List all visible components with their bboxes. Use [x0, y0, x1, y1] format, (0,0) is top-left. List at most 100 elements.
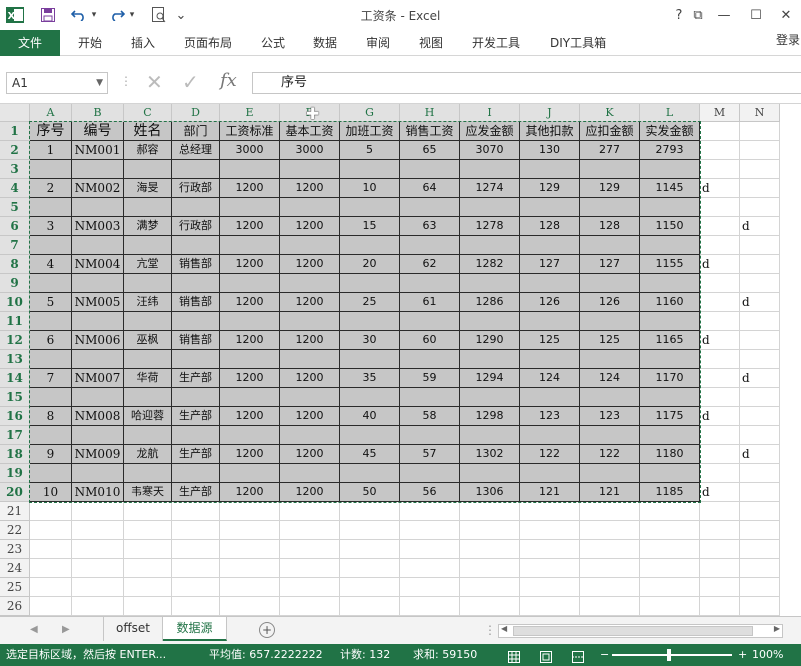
worksheet-grid[interactable]: A B C D E F G H I J K L M N 1 2 3 4 5 6 7 8 9 10 11 12 13 14 15 16 17 1… [0, 104, 801, 616]
data-cell[interactable]: 满梦 [124, 217, 172, 236]
data-cell[interactable]: 127 [580, 255, 640, 274]
blank-cell[interactable] [340, 464, 400, 483]
zoom-level[interactable]: 100% [752, 644, 783, 666]
row-header-20[interactable]: 20 [0, 483, 30, 502]
row-header-14[interactable]: 14 [0, 369, 30, 388]
data-cell[interactable]: 56 [400, 483, 460, 502]
row-header-8[interactable]: 8 [0, 255, 30, 274]
column-header-k[interactable]: K [580, 104, 640, 122]
scrollbar-thumb[interactable] [513, 626, 753, 636]
data-cell[interactable]: 1302 [460, 445, 520, 464]
blank-cell[interactable] [400, 274, 460, 293]
blank-cell[interactable] [400, 198, 460, 217]
blank-cell[interactable] [460, 236, 520, 255]
sheet-next-icon[interactable]: ▶ [62, 624, 70, 635]
data-cell[interactable]: 61 [400, 293, 460, 312]
row-header-1[interactable]: 1 [0, 122, 30, 141]
column-header-n[interactable]: N [740, 104, 780, 122]
blank-cell[interactable] [280, 464, 340, 483]
tab-data[interactable]: 数据 [313, 33, 337, 53]
data-cell[interactable]: 1165 [640, 331, 700, 350]
column-m-mark[interactable]: d [700, 179, 740, 198]
data-cell[interactable]: 销售部 [172, 255, 220, 274]
data-cell[interactable]: 65 [400, 141, 460, 160]
data-cell[interactable]: 1200 [220, 179, 280, 198]
blank-cell[interactable] [172, 160, 220, 179]
column-header-m[interactable]: M [700, 104, 740, 122]
data-cell[interactable]: 1200 [280, 179, 340, 198]
data-cell[interactable]: 50 [340, 483, 400, 502]
data-cell[interactable]: NM006 [72, 331, 124, 350]
ribbon-display-icon[interactable]: ⧉ [690, 6, 706, 24]
header-cell[interactable]: 应发金额 [460, 122, 520, 141]
row-header-12[interactable]: 12 [0, 331, 30, 350]
blank-cell[interactable] [580, 464, 640, 483]
row-header-15[interactable]: 15 [0, 388, 30, 407]
data-cell[interactable]: 1145 [640, 179, 700, 198]
blank-cell[interactable] [72, 160, 124, 179]
data-cell[interactable]: 1 [30, 141, 72, 160]
blank-cell[interactable] [340, 236, 400, 255]
data-cell[interactable]: 2 [30, 179, 72, 198]
drag-handle-icon[interactable]: ⋮ [120, 74, 132, 88]
blank-cell[interactable] [640, 236, 700, 255]
blank-cell[interactable] [580, 274, 640, 293]
header-cell[interactable]: 工资标准 [220, 122, 280, 141]
select-all-corner[interactable] [0, 104, 30, 122]
tab-diy-toolbox[interactable]: DIY工具箱 [550, 33, 606, 53]
data-cell[interactable]: 1274 [460, 179, 520, 198]
blank-cell[interactable] [72, 274, 124, 293]
data-cell[interactable]: 123 [520, 407, 580, 426]
data-cell[interactable]: 8 [30, 407, 72, 426]
data-cell[interactable]: 15 [340, 217, 400, 236]
blank-cell[interactable] [520, 464, 580, 483]
blank-cell[interactable] [30, 350, 72, 369]
blank-cell[interactable] [520, 388, 580, 407]
zoom-slider-thumb[interactable] [667, 649, 671, 661]
data-cell[interactable]: 1200 [280, 445, 340, 464]
data-cell[interactable]: 127 [520, 255, 580, 274]
data-cell[interactable]: 1200 [280, 255, 340, 274]
blank-cell[interactable] [220, 464, 280, 483]
data-cell[interactable]: 63 [400, 217, 460, 236]
blank-cell[interactable] [172, 464, 220, 483]
blank-cell[interactable] [172, 274, 220, 293]
header-cell[interactable]: 编号 [72, 122, 124, 141]
tab-developer[interactable]: 开发工具 [472, 33, 520, 53]
blank-cell[interactable] [340, 160, 400, 179]
data-cell[interactable]: 20 [340, 255, 400, 274]
blank-cell[interactable] [580, 236, 640, 255]
row-header-21[interactable]: 21 [0, 502, 30, 521]
blank-cell[interactable] [172, 236, 220, 255]
data-cell[interactable]: 生产部 [172, 407, 220, 426]
name-box[interactable]: A1 ▼ [6, 72, 108, 94]
data-cell[interactable]: 1200 [220, 293, 280, 312]
blank-cell[interactable] [280, 198, 340, 217]
blank-cell[interactable] [220, 160, 280, 179]
blank-cell[interactable] [124, 198, 172, 217]
blank-cell[interactable] [580, 350, 640, 369]
blank-cell[interactable] [640, 464, 700, 483]
data-cell[interactable]: 1200 [280, 293, 340, 312]
data-cell[interactable]: 5 [30, 293, 72, 312]
column-header-c[interactable]: C [124, 104, 172, 122]
blank-cell[interactable] [280, 388, 340, 407]
blank-cell[interactable] [172, 198, 220, 217]
blank-cell[interactable] [280, 426, 340, 445]
blank-cell[interactable] [72, 236, 124, 255]
data-cell[interactable]: 1294 [460, 369, 520, 388]
blank-cell[interactable] [460, 312, 520, 331]
data-cell[interactable]: 行政部 [172, 179, 220, 198]
data-cell[interactable]: 125 [520, 331, 580, 350]
data-cell[interactable]: 1180 [640, 445, 700, 464]
formula-input[interactable]: 序号 [252, 72, 801, 94]
data-cell[interactable]: 122 [580, 445, 640, 464]
data-cell[interactable]: NM009 [72, 445, 124, 464]
blank-cell[interactable] [220, 198, 280, 217]
row-header-17[interactable]: 17 [0, 426, 30, 445]
blank-cell[interactable] [400, 464, 460, 483]
data-cell[interactable]: 64 [400, 179, 460, 198]
header-cell[interactable]: 基本工资 [280, 122, 340, 141]
header-cell[interactable]: 序号 [30, 122, 72, 141]
data-cell[interactable]: 2793 [640, 141, 700, 160]
